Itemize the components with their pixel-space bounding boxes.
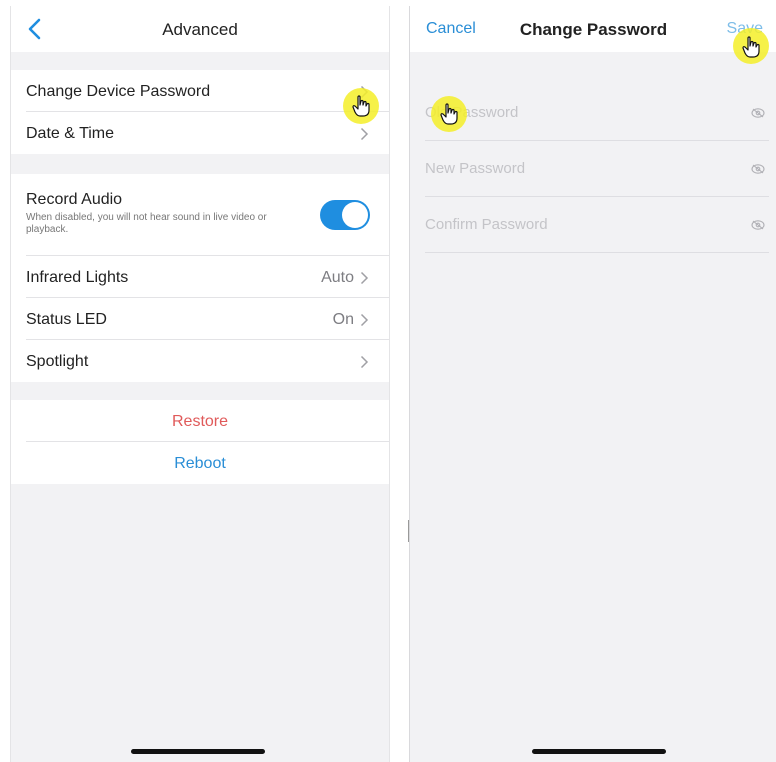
date-time-row[interactable]: Date & Time — [11, 112, 389, 154]
advanced-screen: Advanced Change Device Password Date & T… — [10, 6, 390, 762]
infrared-lights-label: Infrared Lights — [26, 269, 129, 286]
status-led-row[interactable]: Status LED On — [11, 298, 389, 340]
hand-cursor-icon — [742, 36, 760, 58]
record-audio-toggle[interactable] — [320, 200, 370, 230]
change-password-screen: Cancel Change Password Save Old Password… — [409, 6, 776, 762]
date-time-label: Date & Time — [26, 125, 115, 142]
section-gap — [11, 382, 389, 400]
chevron-right-icon — [360, 127, 369, 141]
infrared-lights-value: Auto — [321, 269, 354, 286]
change-password-label: Change Device Password — [26, 83, 211, 100]
old-password-field[interactable]: Old Password — [425, 84, 769, 141]
eye-slash-icon[interactable] — [751, 163, 765, 175]
hand-cursor-icon — [352, 95, 370, 117]
record-audio-label: Record Audio — [26, 191, 123, 208]
infrared-lights-row[interactable]: Infrared Lights Auto — [11, 256, 389, 298]
new-password-placeholder: New Password — [425, 160, 526, 177]
status-led-label: Status LED — [26, 311, 107, 328]
eye-slash-icon[interactable] — [751, 219, 765, 231]
nav-bar: Advanced — [11, 6, 389, 52]
restore-row[interactable]: Restore — [11, 400, 389, 442]
spotlight-label: Spotlight — [26, 353, 89, 370]
chevron-right-icon — [360, 271, 369, 285]
section-gap — [11, 154, 389, 174]
home-indicator — [532, 749, 666, 754]
nav-bar: Cancel Change Password Save — [410, 6, 776, 52]
reboot-row[interactable]: Reboot — [11, 442, 389, 484]
confirm-password-field[interactable]: Confirm Password — [425, 196, 769, 253]
new-password-field[interactable]: New Password — [425, 140, 769, 197]
chevron-right-icon — [360, 355, 369, 369]
chevron-right-icon — [360, 313, 369, 327]
eye-slash-icon[interactable] — [751, 107, 765, 119]
confirm-password-placeholder: Confirm Password — [425, 216, 548, 233]
toggle-knob — [342, 202, 368, 228]
home-indicator — [131, 749, 265, 754]
page-title: Change Password — [519, 20, 668, 39]
record-audio-description: When disabled, you will not hear sound i… — [26, 212, 267, 235]
status-led-value: On — [332, 311, 354, 328]
section-gap — [11, 52, 389, 70]
hand-cursor-icon — [440, 103, 458, 125]
restore-button[interactable]: Restore — [11, 413, 389, 431]
spotlight-row[interactable]: Spotlight — [11, 340, 389, 382]
change-device-password-row[interactable]: Change Device Password — [11, 70, 389, 112]
record-audio-row: Record Audio When disabled, you will not… — [11, 174, 389, 256]
page-title: Advanced — [162, 20, 238, 39]
reboot-button[interactable]: Reboot — [11, 455, 389, 473]
